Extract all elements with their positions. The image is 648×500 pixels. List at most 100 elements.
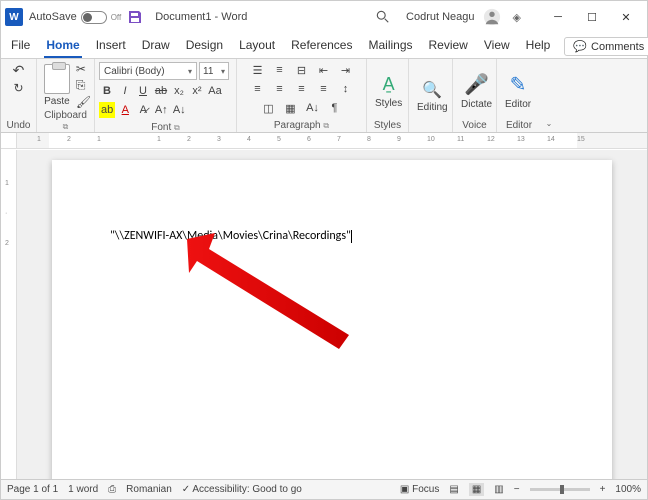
dictate-button[interactable]: 🎤Dictate <box>457 70 496 112</box>
shrink-font-button[interactable]: A↓ <box>171 102 187 118</box>
font-label: Font <box>151 122 171 133</box>
editing-button[interactable]: 🔍Editing <box>413 78 452 115</box>
undo-group: ↶ ↻ Undo <box>1 59 37 132</box>
tab-layout[interactable]: Layout <box>237 34 277 58</box>
grow-font-button[interactable]: A↑ <box>153 102 169 118</box>
tab-file[interactable]: File <box>9 34 32 58</box>
font-name-select[interactable]: Calibri (Body)▾ <box>99 62 197 80</box>
editor-icon: ✎ <box>510 72 527 97</box>
zoom-out-button[interactable]: − <box>514 484 520 495</box>
tab-draw[interactable]: Draw <box>140 34 172 58</box>
minimize-button[interactable]: ─ <box>541 3 575 31</box>
accessibility-status[interactable]: ✓ Accessibility: Good to go <box>182 484 302 495</box>
spellcheck-icon[interactable]: ⎙ <box>108 484 116 495</box>
font-color-button[interactable]: A <box>117 102 133 118</box>
font-group: Calibri (Body)▾ 11▾ B I U ab x₂ x² Aa ab… <box>95 59 237 132</box>
font-size-select[interactable]: 11▾ <box>199 62 229 80</box>
language-status[interactable]: Romanian <box>126 484 172 495</box>
zoom-slider[interactable] <box>530 488 590 491</box>
voice-label: Voice <box>457 119 492 131</box>
subscript-button[interactable]: x₂ <box>171 83 187 99</box>
tab-design[interactable]: Design <box>184 34 225 58</box>
text-cursor <box>351 230 352 243</box>
page-status[interactable]: Page 1 of 1 <box>7 484 58 495</box>
search-icon: 🔍 <box>422 80 442 100</box>
bold-button[interactable]: B <box>99 83 115 99</box>
superscript-button[interactable]: x² <box>189 83 205 99</box>
read-mode-icon[interactable]: ▤ <box>449 484 458 495</box>
toggle-icon <box>81 11 107 24</box>
focus-mode-button[interactable]: ▣ Focus <box>400 484 439 495</box>
numbering-button[interactable]: ≡ <box>271 62 289 78</box>
maximize-button[interactable]: ☐ <box>575 3 609 31</box>
format-painter-icon[interactable]: 🖌 <box>76 95 91 109</box>
align-left-button[interactable]: ≡ <box>249 81 267 97</box>
diamond-icon[interactable]: ◈ <box>513 11 521 24</box>
indent-left-button[interactable]: ⇤ <box>315 62 333 78</box>
word-app-icon: W <box>5 8 23 26</box>
indent-right-button[interactable]: ⇥ <box>337 62 355 78</box>
italic-button[interactable]: I <box>117 83 133 99</box>
clipboard-icon <box>44 64 70 94</box>
word-count[interactable]: 1 word <box>68 484 98 495</box>
paragraph-label: Paragraph <box>274 120 321 131</box>
redo-icon[interactable]: ↻ <box>13 81 23 95</box>
clear-format-button[interactable]: A̷ <box>135 102 151 118</box>
tab-mailings[interactable]: Mailings <box>366 34 414 58</box>
sort-button[interactable]: A↓ <box>304 100 322 116</box>
undo-group-label: Undo <box>5 119 32 131</box>
vertical-ruler[interactable]: 1·2 <box>1 150 17 479</box>
styles-button[interactable]: A̱Styles <box>371 70 406 111</box>
show-marks-button[interactable]: ¶ <box>326 100 344 116</box>
save-icon[interactable] <box>127 9 143 25</box>
ruler-row: 121123456789101112131415 <box>1 133 647 149</box>
tab-view[interactable]: View <box>482 34 512 58</box>
copy-icon[interactable]: ⎘ <box>76 78 91 93</box>
tab-references[interactable]: References <box>289 34 354 58</box>
user-name[interactable]: Codrut Neagu <box>406 11 475 23</box>
clipboard-group: Paste ✂ ⎘ 🖌 Clipboard ⧉ <box>37 59 95 132</box>
shading-button[interactable]: ◫ <box>260 100 278 116</box>
undo-icon[interactable]: ↶ <box>13 62 25 79</box>
titlebar: W AutoSave Off Document1 - Word Codrut N… <box>1 1 647 33</box>
editing-group: 🔍Editing <box>409 59 453 132</box>
search-icon[interactable] <box>376 10 390 24</box>
zoom-level[interactable]: 100% <box>615 484 641 495</box>
align-center-button[interactable]: ≡ <box>271 81 289 97</box>
bullets-button[interactable]: ☰ <box>249 62 267 78</box>
multilevel-button[interactable]: ⊟ <box>293 62 311 78</box>
text-case-button[interactable]: Aa <box>207 83 223 99</box>
line-spacing-button[interactable]: ↕ <box>337 81 355 97</box>
ribbon-tabs: File Home Insert Draw Design Layout References… <box>1 33 647 59</box>
user-avatar-icon[interactable] <box>483 8 501 26</box>
tab-help[interactable]: Help <box>524 34 553 58</box>
paste-button[interactable]: Paste <box>40 62 74 109</box>
autosave-toggle[interactable]: AutoSave Off <box>29 11 121 24</box>
justify-button[interactable]: ≡ <box>315 81 333 97</box>
document-page[interactable]: "\\ZENWIFI-AX\Media\Movies\Crina\Recordi… <box>52 160 612 479</box>
styles-label: Styles <box>374 120 401 131</box>
borders-button[interactable]: ▦ <box>282 100 300 116</box>
collapse-ribbon-icon[interactable]: ⌄ <box>546 119 553 128</box>
styles-group: A̱Styles Styles <box>367 59 409 132</box>
tab-home[interactable]: Home <box>44 34 81 58</box>
horizontal-ruler[interactable]: 121123456789101112131415 <box>17 133 647 148</box>
zoom-in-button[interactable]: + <box>600 484 606 495</box>
page-scroll-area[interactable]: "\\ZENWIFI-AX\Media\Movies\Crina\Recordi… <box>17 150 647 479</box>
print-layout-icon[interactable]: ▦ <box>469 483 484 496</box>
web-layout-icon[interactable]: ▥ <box>494 484 503 495</box>
align-right-button[interactable]: ≡ <box>293 81 311 97</box>
underline-button[interactable]: U <box>135 83 151 99</box>
voice-group: 🎤Dictate Voice <box>453 59 497 132</box>
paragraph-group: ☰ ≡ ⊟ ⇤ ⇥ ≡ ≡ ≡ ≡ ↕ ◫ ▦ A↓ ¶ Paragraph ⧉ <box>237 59 367 132</box>
highlight-button[interactable]: ab <box>99 102 115 118</box>
editor-button[interactable]: ✎Editor <box>501 70 535 112</box>
close-button[interactable]: ✕ <box>609 3 643 31</box>
document-text[interactable]: "\\ZENWIFI-AX\Media\Movies\Crina\Recordi… <box>110 229 351 243</box>
cut-icon[interactable]: ✂ <box>76 62 91 76</box>
comments-button[interactable]: 💬 Comments ▾ <box>564 37 648 56</box>
editor-group: ✎Editor Editor <box>497 59 541 132</box>
strike-button[interactable]: ab <box>153 83 169 99</box>
tab-insert[interactable]: Insert <box>94 34 128 58</box>
tab-review[interactable]: Review <box>427 34 470 58</box>
